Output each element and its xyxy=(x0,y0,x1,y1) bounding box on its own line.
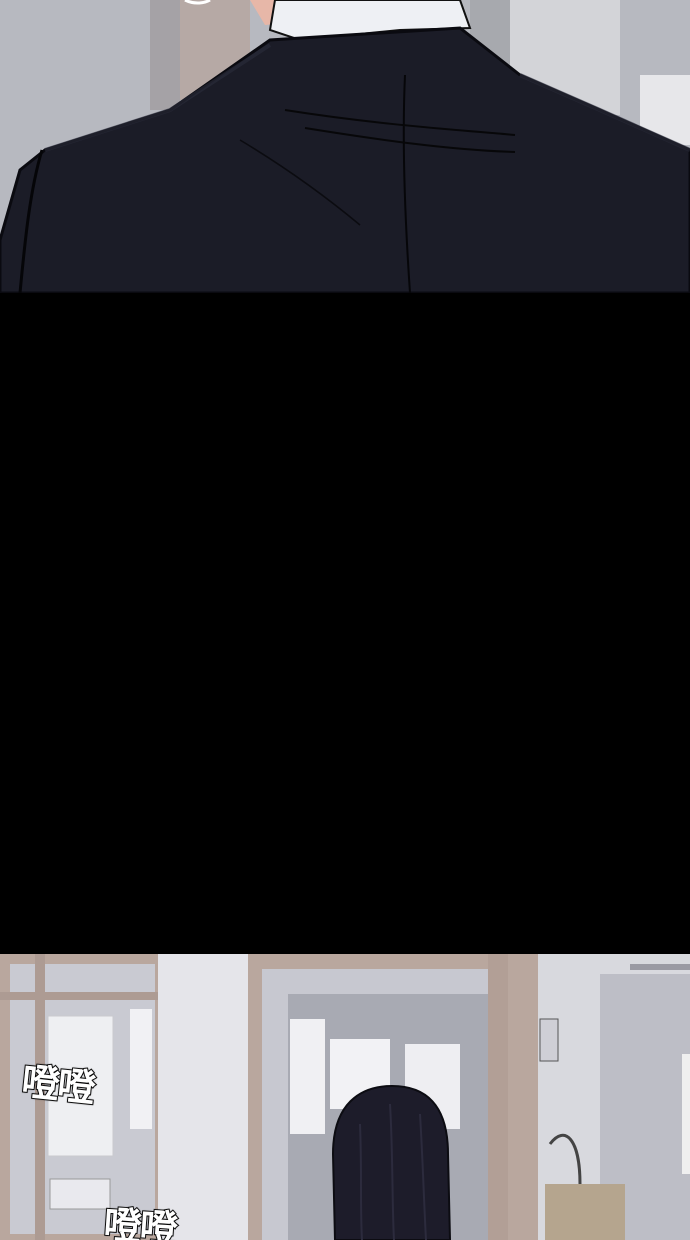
comic-page: 噔噔 噔噔 xyxy=(0,0,690,1240)
suit-back-illustration xyxy=(0,0,690,293)
office-hallway-illustration xyxy=(0,954,690,1240)
panel-suit-back xyxy=(0,0,690,293)
sfx-footsteps-1: 噔噔 xyxy=(19,1057,97,1111)
panel-office-hallway xyxy=(0,954,690,1240)
panel-black-gutter xyxy=(0,293,690,954)
sfx-footsteps-2: 噔噔 xyxy=(101,1201,178,1240)
